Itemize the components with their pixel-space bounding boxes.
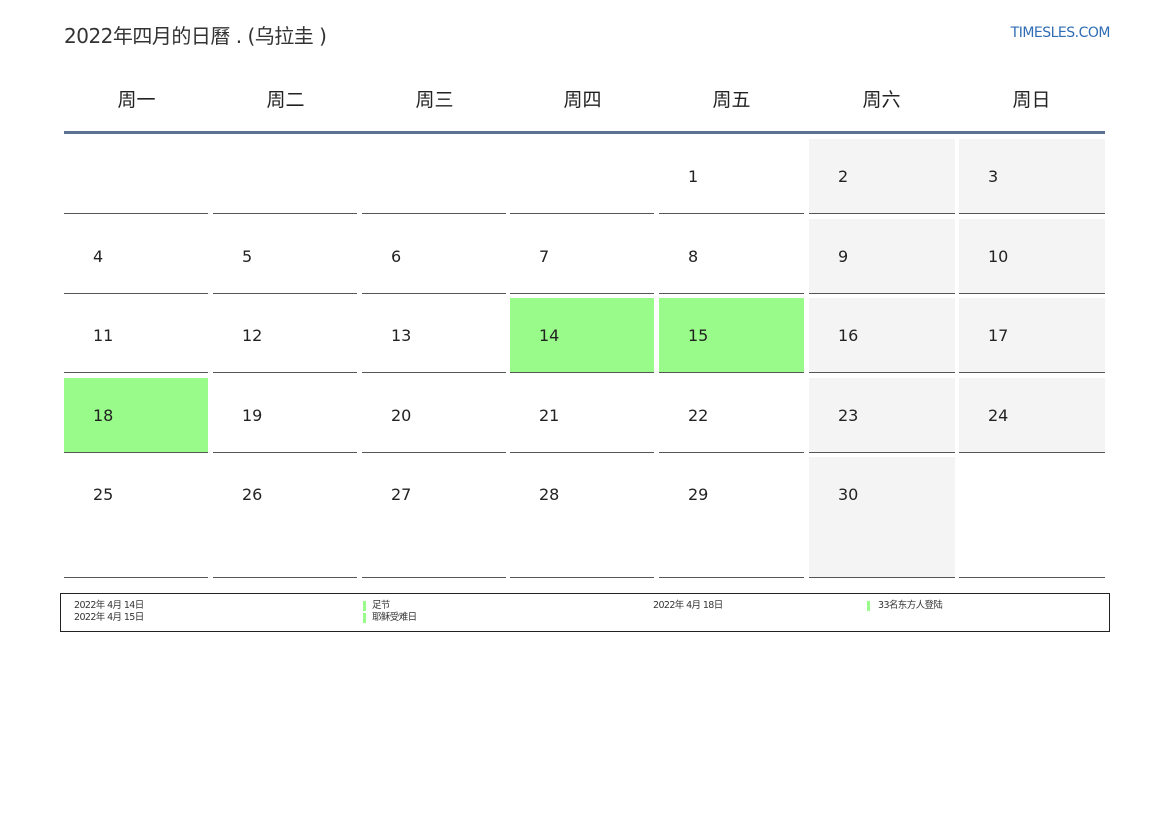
day-number: 23 xyxy=(838,406,859,425)
weekday-label: 周四 xyxy=(563,89,602,111)
day-number: 24 xyxy=(988,406,1009,425)
day-number: 2 xyxy=(838,167,849,186)
day-number: 18 xyxy=(93,406,114,425)
day-number: 27 xyxy=(391,485,412,504)
empty-day-cell xyxy=(213,139,357,214)
legend-marker xyxy=(363,613,366,623)
legend-name: 足节 xyxy=(372,600,390,611)
day-cell[interactable]: 16 xyxy=(809,298,955,373)
empty-day-cell xyxy=(510,139,654,214)
day-number: 17 xyxy=(988,326,1009,345)
day-number: 19 xyxy=(242,406,263,425)
day-cell[interactable]: 30 xyxy=(809,457,955,578)
day-cell[interactable]: 27 xyxy=(362,457,506,578)
header-divider xyxy=(64,131,1105,134)
day-number: 29 xyxy=(688,485,709,504)
legend-date: 2022年 4月 18日 xyxy=(653,600,723,611)
day-number: 3 xyxy=(988,167,999,186)
legend-date: 2022年 4月 14日 xyxy=(74,600,144,611)
weekday-label: 周一 xyxy=(117,89,156,111)
day-number: 28 xyxy=(539,485,560,504)
day-cell[interactable]: 6 xyxy=(362,219,506,294)
day-cell[interactable]: 13 xyxy=(362,298,506,373)
legend-name: 耶稣受难日 xyxy=(372,612,417,623)
day-cell[interactable]: 11 xyxy=(64,298,208,373)
day-number: 25 xyxy=(93,485,114,504)
legend-date: 2022年 4月 15日 xyxy=(74,612,144,623)
day-cell[interactable]: 19 xyxy=(213,378,357,453)
day-number: 11 xyxy=(93,326,114,345)
day-number: 14 xyxy=(539,326,560,345)
day-cell[interactable]: 5 xyxy=(213,219,357,294)
day-cell[interactable]: 8 xyxy=(659,219,804,294)
day-number: 12 xyxy=(242,326,263,345)
empty-day-cell xyxy=(64,139,208,214)
day-cell[interactable]: 7 xyxy=(510,219,654,294)
day-number: 22 xyxy=(688,406,709,425)
empty-day-cell xyxy=(959,457,1105,578)
weekday-header: 周一 周二 周三 周四 周五 周六 周日 xyxy=(64,85,1105,115)
day-cell[interactable]: 3 xyxy=(959,139,1105,214)
day-cell[interactable]: 29 xyxy=(659,457,804,578)
holiday-legend: 2022年 4月 14日 2022年 4月 15日 足节 耶稣受难日 2022年… xyxy=(60,593,1110,632)
day-number: 4 xyxy=(93,247,104,266)
day-number: 13 xyxy=(391,326,412,345)
weekday-label: 周五 xyxy=(712,89,751,111)
legend-name: 33名东方人登陆 xyxy=(878,600,943,611)
day-number: 6 xyxy=(391,247,402,266)
day-number: 30 xyxy=(838,485,859,504)
empty-day-cell xyxy=(362,139,506,214)
day-cell[interactable]: 15 xyxy=(659,298,804,373)
day-number: 8 xyxy=(688,247,699,266)
day-cell[interactable]: 2 xyxy=(809,139,955,214)
legend-marker xyxy=(867,601,870,611)
day-cell[interactable]: 21 xyxy=(510,378,654,453)
day-cell[interactable]: 26 xyxy=(213,457,357,578)
day-cell[interactable]: 12 xyxy=(213,298,357,373)
day-cell[interactable]: 22 xyxy=(659,378,804,453)
weekday-label: 周二 xyxy=(266,89,305,111)
day-cell[interactable]: 28 xyxy=(510,457,654,578)
weekday-label: 周日 xyxy=(1012,89,1051,111)
weekday-label: 周六 xyxy=(862,89,901,111)
day-cell[interactable]: 23 xyxy=(809,378,955,453)
weekday-label: 周三 xyxy=(415,89,454,111)
day-cell[interactable]: 14 xyxy=(510,298,654,373)
day-cell[interactable]: 9 xyxy=(809,219,955,294)
day-number: 20 xyxy=(391,406,412,425)
day-cell[interactable]: 24 xyxy=(959,378,1105,453)
page-title: 2022年四月的日曆 . (乌拉圭 ) xyxy=(64,24,327,48)
day-number: 1 xyxy=(688,167,699,186)
day-cell[interactable]: 20 xyxy=(362,378,506,453)
day-number: 26 xyxy=(242,485,263,504)
legend-marker xyxy=(363,601,366,611)
day-number: 7 xyxy=(539,247,550,266)
day-number: 9 xyxy=(838,247,849,266)
day-cell[interactable]: 4 xyxy=(64,219,208,294)
day-number: 21 xyxy=(539,406,560,425)
day-cell[interactable]: 18 xyxy=(64,378,208,453)
site-link[interactable]: TIMESLES.COM xyxy=(1011,25,1111,41)
day-cell[interactable]: 1 xyxy=(659,139,804,214)
day-cell[interactable]: 17 xyxy=(959,298,1105,373)
day-cell[interactable]: 10 xyxy=(959,219,1105,294)
day-number: 5 xyxy=(242,247,253,266)
day-number: 16 xyxy=(838,326,859,345)
day-number: 10 xyxy=(988,247,1009,266)
day-cell[interactable]: 25 xyxy=(64,457,208,578)
day-number: 15 xyxy=(688,326,709,345)
